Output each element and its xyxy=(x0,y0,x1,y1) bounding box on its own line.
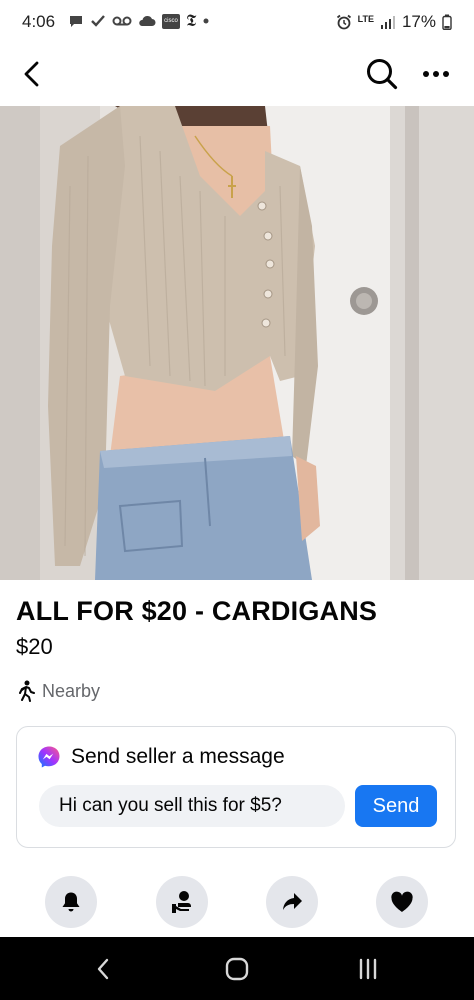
message-seller-card: Send seller a message Send xyxy=(16,726,456,848)
listing-price: $20 xyxy=(16,634,53,659)
listing-photo[interactable] xyxy=(0,106,474,580)
system-back-icon xyxy=(97,958,109,979)
message-input[interactable] xyxy=(39,785,345,827)
cloud-icon xyxy=(139,15,156,26)
messenger-icon xyxy=(38,746,60,768)
share-button[interactable] xyxy=(266,876,318,928)
network-type: LTE xyxy=(357,13,374,24)
system-back-button[interactable] xyxy=(63,937,143,1000)
send-button[interactable]: Send xyxy=(355,785,437,827)
voicemail-icon xyxy=(112,16,132,26)
system-recents-button[interactable] xyxy=(328,937,408,1000)
system-home-button[interactable] xyxy=(197,937,277,1000)
message-card-header: Send seller a message xyxy=(37,745,285,769)
status-bar: 4:06 cisco 𝕿 LTE 17% xyxy=(0,0,474,44)
status-time: 4:06 xyxy=(22,12,56,31)
chevron-left-icon xyxy=(24,61,39,87)
listing-title: ALL FOR $20 - CARDIGANS xyxy=(16,596,378,626)
system-status: LTE 17% xyxy=(336,12,452,32)
photo-illustration xyxy=(0,106,474,580)
seller-profile-button[interactable] xyxy=(156,876,208,928)
search-button[interactable] xyxy=(360,52,404,96)
dot-icon xyxy=(203,18,209,24)
check-icon xyxy=(91,15,105,27)
alarm-icon xyxy=(336,14,351,30)
battery-icon xyxy=(442,14,452,30)
top-nav xyxy=(0,44,474,106)
signal-icon xyxy=(380,16,395,29)
walking-person-icon xyxy=(19,680,35,702)
notify-button[interactable] xyxy=(45,876,97,928)
more-horizontal-icon xyxy=(423,71,449,77)
search-icon xyxy=(367,59,398,90)
chat-bubble-icon xyxy=(70,16,82,27)
battery-percent: 17% xyxy=(401,12,436,31)
heart-icon xyxy=(391,891,413,912)
system-nav-bar xyxy=(0,937,474,1000)
save-button[interactable] xyxy=(376,876,428,928)
more-options-button[interactable] xyxy=(414,54,458,94)
person-in-hand-icon xyxy=(172,891,191,913)
system-home-icon xyxy=(225,957,249,980)
listing-actions xyxy=(0,876,474,928)
system-recents-icon xyxy=(359,958,377,979)
listing-location[interactable]: Nearby xyxy=(16,680,100,702)
cisco-app-icon: cisco xyxy=(162,13,180,29)
share-arrow-icon xyxy=(283,893,302,910)
nyt-app-icon: 𝕿 xyxy=(186,11,197,31)
back-button[interactable] xyxy=(14,54,50,94)
bell-icon xyxy=(62,892,80,912)
notification-icons: cisco 𝕿 xyxy=(68,11,210,31)
message-card-title: Send seller a message xyxy=(71,745,285,768)
location-label: Nearby xyxy=(42,680,101,701)
